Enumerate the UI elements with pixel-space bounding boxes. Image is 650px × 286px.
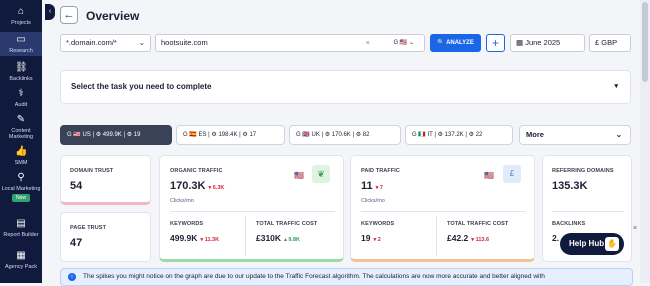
page-title: Overview — [86, 9, 140, 23]
back-button[interactable]: ← — [60, 6, 78, 24]
notice-banner: i The spikes you might notice on the grap… — [60, 268, 633, 286]
scrollbar[interactable] — [640, 0, 650, 283]
domain-input[interactable]: hootsuite.com × G 🇺🇸 ⌄ — [155, 34, 425, 52]
us-flag-icon: 🇺🇸 — [484, 171, 494, 180]
organic-traffic-card: ORGANIC TRAFFIC 🇺🇸 ❦ 170.3K ▾ 6.3K Clicks… — [159, 155, 344, 262]
pulse-icon: ⚕ — [18, 88, 24, 99]
info-icon: i — [68, 273, 76, 281]
sidebar-item-smm[interactable]: 👍 SMM — [0, 146, 42, 166]
sidebar-item-audit[interactable]: ⚕ Audit — [0, 88, 42, 108]
building-icon: ▦ — [16, 250, 26, 261]
us-flag-icon: 🇺🇸 — [294, 171, 304, 180]
link-icon: ⛓ — [15, 62, 28, 73]
new-badge: New — [11, 194, 30, 202]
date-select[interactable]: ▦ June 2025 — [510, 34, 585, 52]
main: ← Overview *.domain.com/* ⌄ hootsuite.com… — [58, 0, 646, 286]
arrow-left-icon: ← — [63, 9, 75, 21]
monitor-icon: ▭ — [16, 34, 26, 45]
close-icon[interactable]: × — [366, 35, 370, 51]
task-select[interactable]: Select the task you need to complete ▾ — [60, 70, 631, 104]
caret-down-icon: ▾ — [614, 83, 618, 90]
close-icon[interactable]: × — [633, 225, 637, 232]
search-icon: 🔍 — [437, 40, 445, 46]
sidebar: ⌂ Projects ▭ Research ⛓ Backlinks ⚕ Audit ✎ C… — [0, 0, 42, 283]
pin-icon: ⚲ — [17, 172, 25, 183]
chevron-down-icon: ⌄ — [615, 130, 622, 139]
db-tab-es[interactable]: G 🇪🇸 ES | ⚙ 198.4K | ⚙ 17 — [176, 125, 285, 145]
domain-trust-card: DOMAIN TRUST 54 — [60, 155, 151, 205]
home-icon: ⌂ — [17, 6, 25, 17]
pound-icon: £ — [503, 165, 521, 183]
page-trust-card: PAGE TRUST 47 — [60, 212, 151, 262]
more-dropdown[interactable]: More ⌄ — [519, 125, 631, 145]
analyze-button[interactable]: 🔍 ANALYZE — [430, 34, 481, 52]
db-tab-uk[interactable]: G 🇬🇧 UK | ⚙ 170.6K | ⚙ 82 — [289, 125, 401, 145]
help-hub-icon: ✋ — [605, 237, 619, 251]
add-button[interactable]: + — [486, 34, 505, 52]
leaf-icon: ❦ — [312, 165, 330, 183]
sidebar-toggle[interactable]: ‹ — [45, 4, 55, 20]
sidebar-item-agency[interactable]: ▦ Agency Pack — [0, 250, 42, 270]
sidebar-item-report[interactable]: ▤ Report Builder — [0, 218, 42, 238]
db-tab-it[interactable]: G 🇮🇹 IT | ⚙ 137.2K | ⚙ 22 — [405, 125, 513, 145]
sidebar-item-content[interactable]: ✎ Content Marketing — [0, 114, 42, 140]
thumb-icon: 👍 — [15, 146, 28, 157]
calendar-icon: ▦ — [516, 38, 524, 47]
scope-select[interactable]: *.domain.com/* ⌄ — [60, 34, 151, 52]
currency-select[interactable]: £ GBP — [589, 34, 631, 52]
report-icon: ▤ — [16, 218, 26, 229]
db-tab-us[interactable]: G 🇺🇸 US | ⚙ 499.9K | ⚙ 19 — [60, 125, 172, 145]
pencil-icon: ✎ — [16, 114, 26, 125]
google-us-flag-icon[interactable]: G 🇺🇸 ⌄ — [394, 35, 415, 51]
sidebar-item-projects[interactable]: ⌂ Projects — [0, 6, 42, 26]
chevron-down-icon: ⌄ — [138, 38, 145, 47]
sidebar-item-local[interactable]: ⚲ Local Marketing New — [0, 172, 42, 202]
help-hub-button[interactable]: Help Hub ✋ — [560, 233, 624, 255]
paid-traffic-card: PAID TRAFFIC 🇺🇸 £ 11 ▾ 7 Clicks/mo KEYWOR… — [350, 155, 535, 262]
sidebar-item-research[interactable]: ▭ Research — [0, 32, 42, 56]
sidebar-item-backlinks[interactable]: ⛓ Backlinks — [0, 62, 42, 82]
scrollbar-thumb[interactable] — [642, 2, 648, 82]
